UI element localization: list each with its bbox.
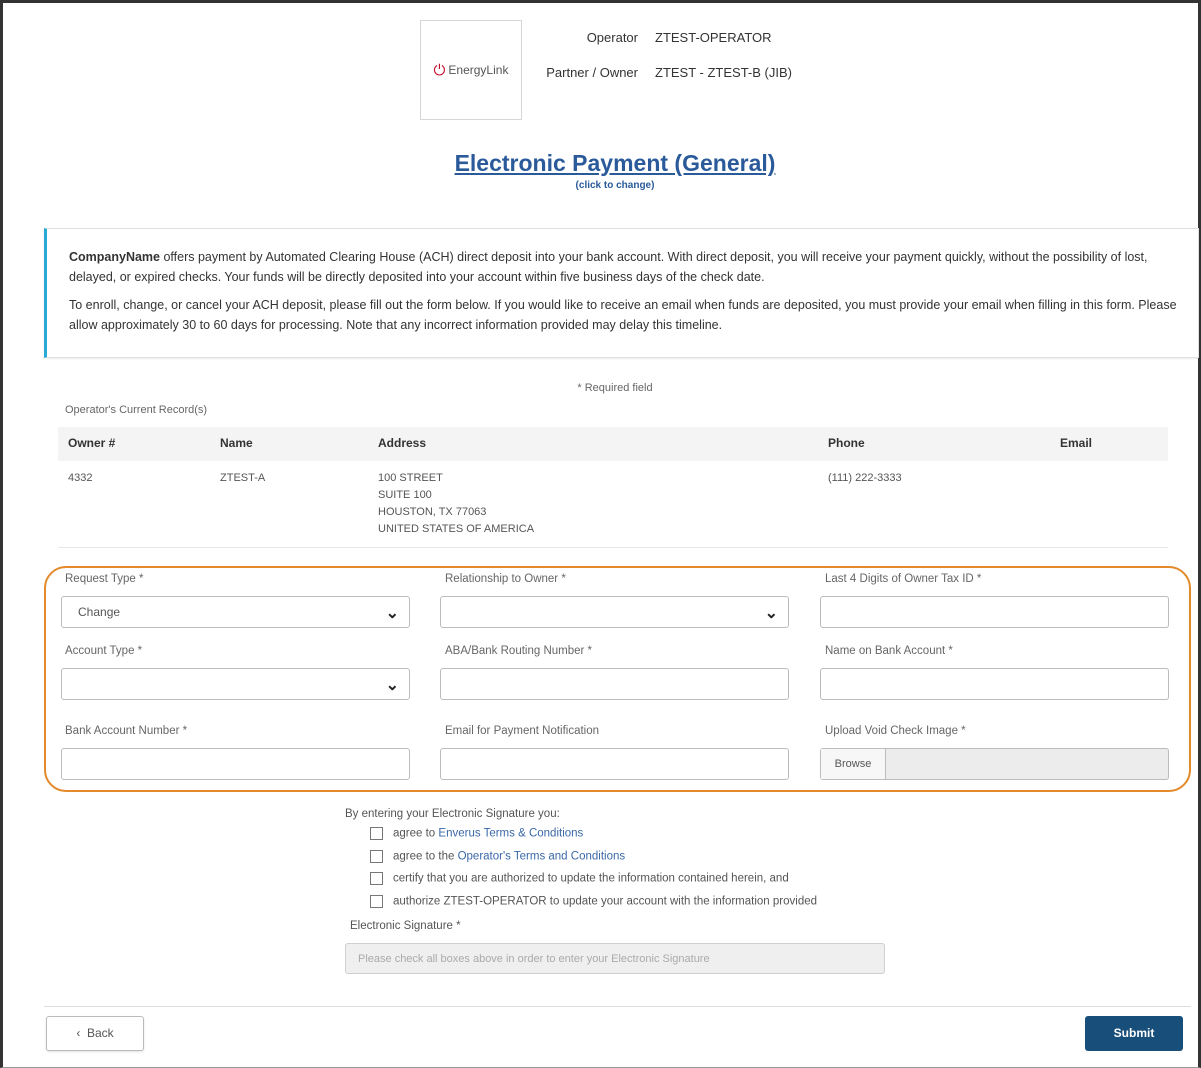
operator-terms-link[interactable]: Operator's Terms and Conditions xyxy=(458,851,626,863)
address-line-3: HOUSTON, TX 77063 xyxy=(378,506,487,518)
address-line-2: SUITE 100 xyxy=(378,489,432,501)
required-field-note: * Required field xyxy=(577,382,653,394)
authorize-row: authorize ZTEST-OPERATOR to update your … xyxy=(370,895,817,908)
chevron-left-icon: ‹ xyxy=(76,1026,81,1040)
energylink-logo: ⏻ EnergyLink xyxy=(420,20,522,120)
back-label: Back xyxy=(86,1026,114,1040)
name-on-account-input[interactable] xyxy=(820,668,1169,700)
power-icon: ⏻ xyxy=(433,61,446,79)
agree-enverus-terms-row: agree to Enverus Terms & Conditions xyxy=(370,827,583,840)
info-text-1: offers payment by Automated Clearing Hou… xyxy=(69,250,1148,284)
chevron-down-icon: ⌄ xyxy=(385,605,399,622)
table-row: 4332 ZTEST-A 100 STREET SUITE 100 HOUSTO… xyxy=(58,462,1168,548)
signature-intro: By entering your Electronic Signature yo… xyxy=(345,808,560,820)
agree-text: agree to the xyxy=(393,850,458,863)
logo-text: EnergyLink xyxy=(448,63,509,77)
change-form-link[interactable]: (click to change) xyxy=(0,180,1201,191)
owner-address: 100 STREET SUITE 100 HOUSTON, TX 77063 U… xyxy=(378,470,534,538)
enverus-terms-link[interactable]: Enverus Terms & Conditions xyxy=(438,828,583,840)
request-type-value: Change xyxy=(78,605,121,619)
account-type-label: Account Type * xyxy=(65,645,143,657)
address-line-4: UNITED STATES OF AMERICA xyxy=(378,523,535,535)
column-header-address: Address xyxy=(378,436,427,450)
relationship-select[interactable]: ⌄ xyxy=(440,596,789,628)
operator-label: Operator xyxy=(586,30,638,45)
browse-button[interactable]: Browse xyxy=(821,749,886,779)
signature-label: Electronic Signature * xyxy=(350,920,461,932)
info-paragraph-2: To enroll, change, or cancel your ACH de… xyxy=(69,298,1177,332)
email-input[interactable] xyxy=(440,748,789,780)
records-table-header: Owner # Name Address Phone Email xyxy=(58,427,1168,461)
tax-id-input[interactable] xyxy=(820,596,1169,628)
column-header-phone: Phone xyxy=(828,436,865,450)
upload-field[interactable]: Browse xyxy=(820,748,1169,780)
account-number-input[interactable] xyxy=(61,748,410,780)
certify-text: certify that you are authorized to updat… xyxy=(393,872,789,885)
authorize-text: authorize ZTEST-OPERATOR to update your … xyxy=(393,895,818,908)
request-type-label: Request Type * xyxy=(65,573,144,585)
certify-row: certify that you are authorized to updat… xyxy=(370,872,789,885)
account-number-label: Bank Account Number * xyxy=(65,725,188,737)
address-line-1: 100 STREET xyxy=(378,472,443,484)
column-header-owner: Owner # xyxy=(68,436,116,450)
agree-operator-terms-checkbox[interactable] xyxy=(370,850,383,863)
account-type-select[interactable]: ⌄ xyxy=(61,668,410,700)
partner-value: ZTEST - ZTEST-B (JIB) xyxy=(655,65,792,80)
owner-phone: (111) 222-3333 xyxy=(828,472,902,484)
owner-name: ZTEST-A xyxy=(220,472,266,484)
owner-number: 4332 xyxy=(68,472,93,484)
info-panel: CompanyName offers payment by Automated … xyxy=(44,228,1199,358)
agree-operator-terms-row: agree to the Operator's Terms and Condit… xyxy=(370,850,625,863)
name-on-account-label: Name on Bank Account * xyxy=(825,645,953,657)
column-header-email: Email xyxy=(1060,436,1093,450)
routing-number-label: ABA/Bank Routing Number * xyxy=(445,645,593,657)
operator-value: ZTEST-OPERATOR xyxy=(655,30,772,45)
chevron-down-icon: ⌄ xyxy=(764,605,778,622)
upload-label: Upload Void Check Image * xyxy=(825,725,966,737)
footer-divider xyxy=(44,1006,1191,1007)
certify-checkbox[interactable] xyxy=(370,872,383,885)
submit-button[interactable]: Submit xyxy=(1085,1016,1183,1051)
agree-enverus-terms-checkbox[interactable] xyxy=(370,827,383,840)
info-paragraph-1: CompanyName offers payment by Automated … xyxy=(69,247,1178,287)
chevron-down-icon: ⌄ xyxy=(385,677,399,694)
signature-input[interactable]: Please check all boxes above in order to… xyxy=(345,943,885,974)
email-label: Email for Payment Notification xyxy=(445,725,600,737)
tax-id-label: Last 4 Digits of Owner Tax ID * xyxy=(825,573,982,585)
page-title[interactable]: Electronic Payment (General) xyxy=(0,150,1201,177)
agree-text: agree to xyxy=(393,827,439,840)
request-type-select[interactable]: Change ⌄ xyxy=(61,596,410,628)
column-header-name: Name xyxy=(220,436,253,450)
authorize-checkbox[interactable] xyxy=(370,895,383,908)
records-title: Operator's Current Record(s) xyxy=(65,404,208,416)
company-name: CompanyName xyxy=(69,250,160,264)
relationship-label: Relationship to Owner * xyxy=(445,573,566,585)
routing-number-input[interactable] xyxy=(440,668,789,700)
partner-label: Partner / Owner xyxy=(546,65,638,80)
back-button[interactable]: ‹ Back xyxy=(46,1016,144,1051)
